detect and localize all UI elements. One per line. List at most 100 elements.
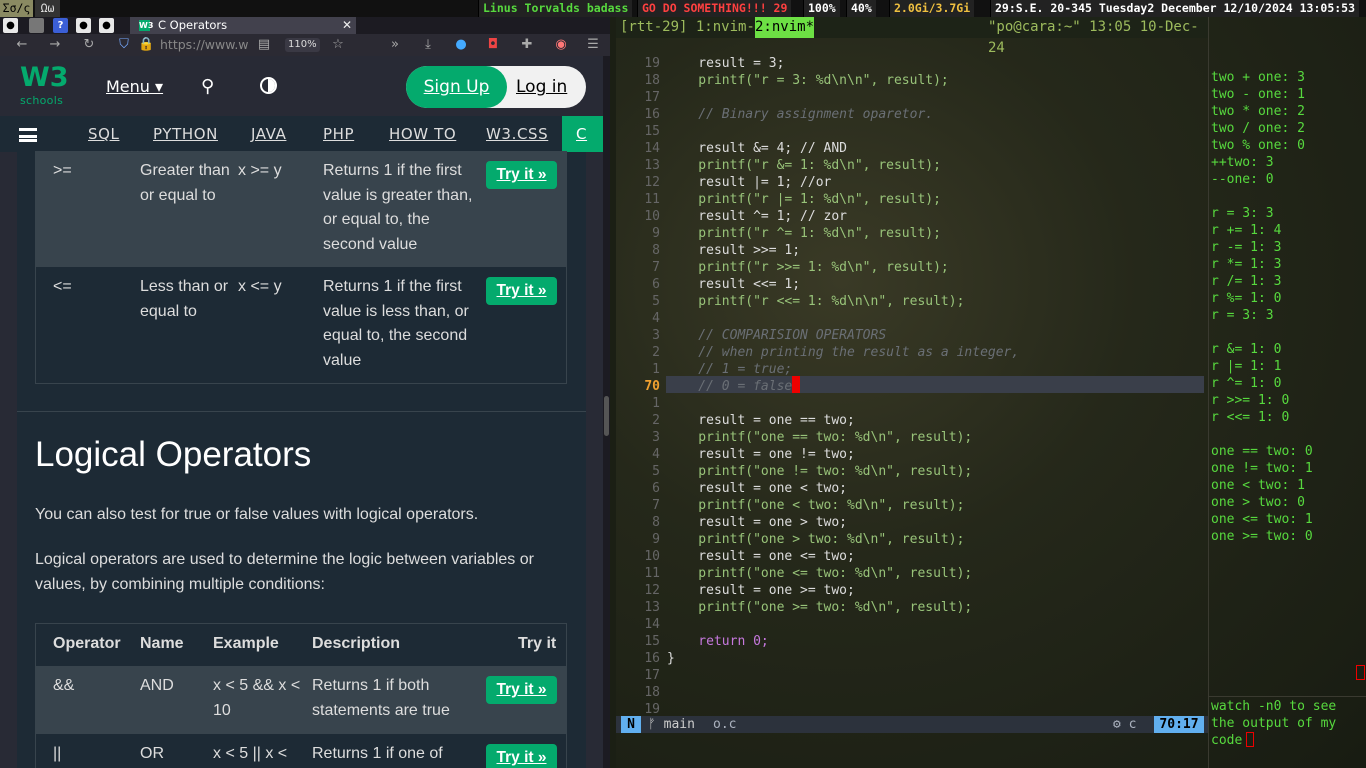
shield-icon[interactable]: ⛉ [116, 37, 132, 53]
tmux-status-bar: [rtt-29] 1:nvim- 2:nvim* "po@cara:~" 13:… [616, 17, 1208, 56]
zoom-level[interactable]: 110% [285, 38, 320, 52]
line-number: 3 [652, 328, 660, 343]
output-line: r |= 1: 1 [1211, 359, 1282, 374]
tmux-host-time: "po@cara:~" 13:05 10-Dec-24 [988, 19, 1199, 56]
description-cell: Returns 1 if the first value is greater … [323, 162, 473, 253]
github-icon[interactable]: ● [76, 18, 91, 33]
line-number: 6 [652, 277, 660, 292]
status-segment: 100% [803, 0, 840, 17]
extension-icon[interactable]: ● [453, 37, 469, 53]
nav-w3css[interactable]: W3.CSS [486, 116, 548, 152]
code-line: result = one <= two; [667, 549, 855, 564]
line-number: 3 [652, 430, 660, 445]
output-line: two - one: 1 [1211, 87, 1305, 102]
w3schools-logo[interactable]: W3 schools [20, 64, 69, 108]
line-number: 4 [652, 311, 660, 326]
try-it-button[interactable]: Try it » [486, 161, 557, 189]
tmux-active-window[interactable]: 2:nvim* [755, 17, 815, 38]
pinned-tab-icon[interactable] [29, 18, 44, 33]
nav-c[interactable]: C [562, 116, 603, 152]
watch-note[interactable]: watch -n0 to see the output of my code [1211, 698, 1366, 749]
addon-icon[interactable]: ◉ [553, 37, 569, 53]
github-icon[interactable]: ● [3, 18, 18, 33]
try-it-button[interactable]: Try it » [486, 744, 557, 768]
screenshot-icon[interactable]: ◘ [485, 37, 501, 53]
workspace-2[interactable]: Ωω [35, 0, 60, 17]
table-row: && AND x < 5 && x < 10 Returns 1 if both… [36, 666, 566, 734]
reload-icon[interactable]: ↻ [81, 37, 97, 53]
nav-python[interactable]: PYTHON [153, 116, 218, 152]
contrast-toggle-icon[interactable] [260, 77, 277, 94]
output-line: r *= 1: 3 [1211, 257, 1282, 272]
log-in-button[interactable]: Log in [516, 66, 567, 108]
workspace-1[interactable]: Σσ/ς [0, 0, 33, 17]
code-line: // 1 = true; [667, 362, 793, 377]
nav-sql[interactable]: SQL [88, 116, 120, 152]
try-it-button[interactable]: Try it » [486, 277, 557, 305]
try-it-button[interactable]: Try it » [486, 676, 557, 704]
table-header: Operator Name Example Description Try it [36, 624, 566, 666]
logical-operators-table: Operator Name Example Description Try it… [35, 623, 567, 768]
close-tab-icon[interactable]: ✕ [342, 17, 352, 34]
bookmark-star-icon[interactable]: ☆ [330, 37, 346, 53]
menu-dropdown[interactable]: Menu ▾ [106, 77, 163, 96]
w3-header: W3 schools Menu ▾ ⚲ Sign Up Log in [0, 56, 603, 116]
operator-cell: || [53, 745, 62, 762]
line-number: 13 [644, 600, 660, 615]
topic-nav: SQL PYTHON JAVA PHP HOW TO W3.CSS C [0, 116, 603, 152]
line-number: 17 [644, 90, 660, 105]
line-number: 14 [644, 141, 660, 156]
navigation-toolbar: ← → ↻ ⛉ 🔒 https://www.w ▤ 110% ☆ » ⤓ ● ◘… [0, 34, 610, 56]
forward-icon[interactable]: → [47, 37, 63, 53]
file-name: o.c [713, 717, 737, 732]
web-page: W3 schools Menu ▾ ⚲ Sign Up Log in SQL P… [0, 56, 603, 768]
code-line: result |= 1; //or [667, 175, 832, 190]
code-line: printf("one <= two: %d\n", result); [667, 566, 973, 581]
tmux-windows[interactable]: [rtt-29] 1:nvim- [620, 17, 763, 38]
menu-label: Menu [106, 77, 150, 96]
browser-window: ● ? ● ● W3 C Operators ✕ ← → ↻ ⛉ 🔒 https… [0, 17, 610, 768]
sign-up-button[interactable]: Sign Up [406, 66, 507, 108]
code-line: printf("r >>= 1: %d\n", result); [667, 260, 949, 275]
code-line: return 0; [667, 634, 769, 649]
code-line: printf("one == two: %d\n", result); [667, 430, 973, 445]
tab-c-operators[interactable]: W3 C Operators ✕ [130, 17, 356, 34]
url-bar[interactable]: https://www.w [160, 37, 252, 52]
page-scrollbar[interactable] [603, 56, 610, 768]
github-icon[interactable]: ● [99, 18, 114, 33]
line-number: 10 [644, 209, 660, 224]
output-line: ++two: 3 [1211, 155, 1274, 170]
search-icon[interactable]: ⚲ [201, 76, 221, 97]
nvim-statusline: N ᚠ main o.c ⚙ c 70:17 [616, 716, 1208, 733]
code-line: result = one == two; [667, 413, 855, 428]
name-cell: Greater than or equal to [140, 162, 230, 204]
lock-icon[interactable]: 🔒 [138, 37, 154, 53]
reader-view-icon[interactable]: ▤ [256, 37, 272, 53]
line-number: 18 [644, 685, 660, 700]
download-icon[interactable]: ⤓ [420, 37, 436, 53]
help-icon[interactable]: ? [53, 18, 68, 33]
puzzle-icon[interactable]: ✚ [519, 37, 535, 53]
description-cell: Returns 1 if both statements are true [312, 677, 450, 719]
editor-cursor [792, 376, 801, 393]
nav-c-label: C [576, 125, 588, 143]
description-cell: Returns 1 if one of [312, 745, 443, 762]
line-number: 13 [644, 158, 660, 173]
nav-howto[interactable]: HOW TO [389, 116, 456, 152]
hamburger-icon[interactable] [19, 128, 37, 142]
code-line: printf("one > two: %d\n", result); [667, 532, 965, 547]
table-row: >= Greater than or equal to x >= y Retur… [36, 151, 566, 267]
scrollbar-thumb[interactable] [604, 396, 609, 436]
status-segment: 2.0Gi/3.7Gi [889, 0, 975, 17]
code-line: // Binary assignment oparetor. [667, 107, 934, 122]
logo-text: schools [20, 94, 64, 107]
nav-php[interactable]: PHP [323, 116, 354, 152]
line-number: 12 [644, 583, 660, 598]
overflow-chevron-icon[interactable]: » [387, 37, 403, 53]
tab-title: C Operators [158, 18, 228, 32]
example-cell: x < 5 || x < [213, 745, 288, 762]
nav-java[interactable]: JAVA [251, 116, 286, 152]
code-line: printf("r = 3: %d\n\n", result); [667, 73, 949, 88]
back-icon[interactable]: ← [14, 37, 30, 53]
hamburger-menu-icon[interactable]: ☰ [585, 37, 601, 53]
